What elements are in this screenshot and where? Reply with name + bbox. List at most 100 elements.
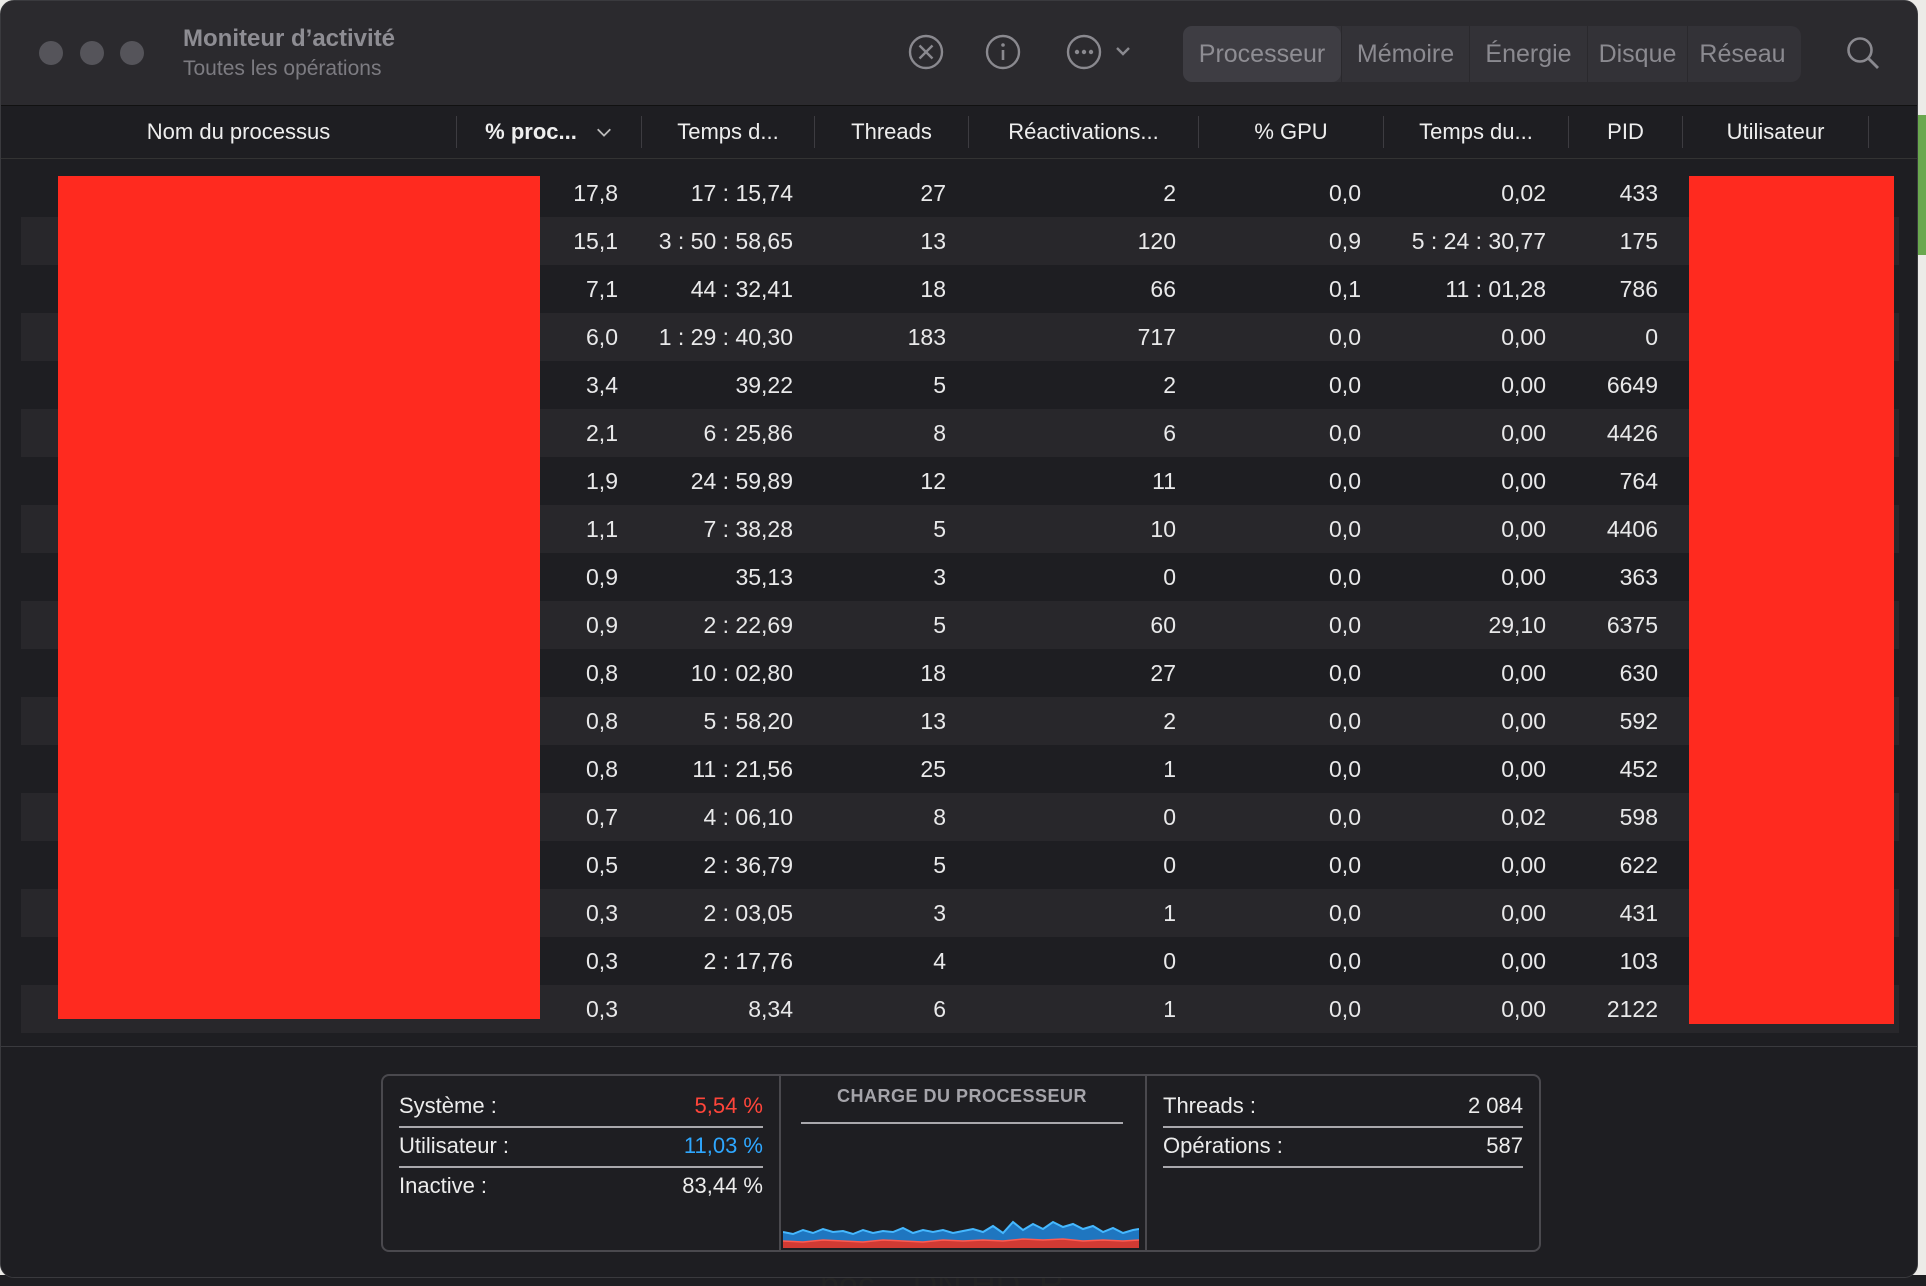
column-header-temps-proc[interactable]: Temps d...: [642, 106, 814, 158]
cell-temps-proc: 11 : 21,56: [692, 756, 793, 782]
cell-threads: 13: [920, 708, 946, 734]
tab-disque[interactable]: Disque: [1587, 26, 1687, 82]
tab-energie[interactable]: Énergie: [1469, 26, 1587, 82]
stat-threads: Threads : 2 084: [1163, 1086, 1523, 1128]
stat-utilisateur: Utilisateur : 11,03 %: [399, 1126, 763, 1168]
column-header-pid[interactable]: PID: [1569, 106, 1682, 158]
cell-threads: 18: [920, 276, 946, 302]
stat-systeme: Système : 5,54 %: [399, 1086, 763, 1128]
column-header-temps-gpu[interactable]: Temps du...: [1384, 106, 1568, 158]
cell-threads: 12: [920, 468, 946, 494]
cell-temps-proc: 3 : 50 : 58,65: [658, 228, 793, 254]
cell-gpu: 0,0: [1329, 516, 1361, 542]
cell-proc: 1,1: [586, 516, 618, 542]
cell-temps-gpu: 0,02: [1501, 180, 1546, 206]
cell-reactivations: 120: [1137, 228, 1176, 254]
cell-pid: 431: [1619, 900, 1658, 926]
close-window-button[interactable]: [39, 41, 63, 65]
stat-threads-value: 2 084: [1467, 1093, 1523, 1118]
cell-reactivations: 0: [1163, 564, 1176, 590]
cell-pid: 452: [1619, 756, 1658, 782]
inspect-process-button[interactable]: [984, 33, 1022, 71]
cell-proc: 0,7: [586, 804, 618, 830]
cell-reactivations: 66: [1150, 276, 1176, 302]
cell-gpu: 0,9: [1329, 228, 1361, 254]
cell-gpu: 0,0: [1329, 804, 1361, 830]
chevron-down-icon: [1116, 47, 1130, 56]
cell-proc: 17,8: [573, 180, 618, 206]
cell-gpu: 0,0: [1329, 180, 1361, 206]
column-header-threads[interactable]: Threads: [815, 106, 968, 158]
redacted-process-names: [58, 176, 540, 1019]
cell-threads: 5: [933, 372, 946, 398]
cell-temps-gpu: 0,00: [1501, 516, 1546, 542]
minimize-window-button[interactable]: [80, 41, 104, 65]
column-header-utilisateur[interactable]: Utilisateur: [1683, 106, 1868, 158]
cell-temps-gpu: 0,00: [1501, 468, 1546, 494]
cell-reactivations: 2: [1163, 180, 1176, 206]
cell-temps-gpu: 29,10: [1488, 612, 1546, 638]
stop-process-button[interactable]: [907, 33, 945, 71]
cell-pid: 103: [1619, 948, 1658, 974]
cell-proc: 0,9: [586, 564, 618, 590]
stat-inactive: Inactive : 83,44 %: [399, 1166, 763, 1206]
more-icon: [1066, 34, 1130, 70]
cpu-usage-breakdown: Système : 5,54 % Utilisateur : 11,03 % I…: [383, 1076, 781, 1250]
cell-threads: 5: [933, 612, 946, 638]
cell-temps-proc: 39,22: [735, 372, 793, 398]
bottom-panel: Système : 5,54 % Utilisateur : 11,03 % I…: [1, 1046, 1917, 1277]
tab-reseau[interactable]: Réseau: [1687, 26, 1797, 82]
cell-temps-gpu: 0,00: [1501, 372, 1546, 398]
search-icon: [1847, 37, 1879, 69]
cell-gpu: 0,0: [1329, 372, 1361, 398]
cell-temps-proc: 2 : 36,79: [703, 852, 793, 878]
cpu-load-chart: CHARGE DU PROCESSEUR: [779, 1076, 1147, 1250]
cell-temps-proc: 10 : 02,80: [690, 660, 793, 686]
column-header-reactivations[interactable]: Réactivations...: [969, 106, 1198, 158]
cell-proc: 3,4: [586, 372, 618, 398]
cell-reactivations: 27: [1150, 660, 1176, 686]
tab-memoire[interactable]: Mémoire: [1341, 26, 1469, 82]
cell-temps-proc: 4 : 06,10: [703, 804, 793, 830]
cell-threads: 18: [920, 660, 946, 686]
more-actions-button[interactable]: [1065, 33, 1135, 71]
column-header-nom[interactable]: Nom du processus: [21, 106, 456, 158]
cell-gpu: 0,0: [1329, 996, 1361, 1022]
activity-monitor-window: Moniteur d’activité Toutes les opération…: [0, 0, 1918, 1278]
cell-reactivations: 717: [1137, 324, 1176, 350]
cell-pid: 4426: [1606, 420, 1658, 446]
column-header-proc[interactable]: % proc...: [457, 106, 641, 158]
zoom-window-button[interactable]: [120, 41, 144, 65]
cell-temps-gpu: 5 : 24 : 30,77: [1411, 228, 1546, 254]
cell-gpu: 0,0: [1329, 420, 1361, 446]
stat-operations-value: 587: [1486, 1133, 1523, 1158]
cell-gpu: 0,0: [1329, 756, 1361, 782]
cell-proc: 2,1: [586, 420, 618, 446]
cell-pid: 6375: [1606, 612, 1658, 638]
cell-pid: 6649: [1606, 372, 1658, 398]
cell-gpu: 0,0: [1329, 948, 1361, 974]
window-title: Moniteur d’activité: [183, 25, 396, 52]
cpu-load-graph: [783, 1220, 1139, 1248]
cell-temps-gpu: 11 : 01,28: [1445, 276, 1546, 302]
cell-proc: 6,0: [586, 324, 618, 350]
stat-systeme-value: 5,54 %: [694, 1093, 764, 1118]
cell-gpu: 0,0: [1329, 564, 1361, 590]
cell-reactivations: 60: [1150, 612, 1176, 638]
cell-threads: 13: [920, 228, 946, 254]
column-header-gpu[interactable]: % GPU: [1199, 106, 1383, 158]
cell-pid: 622: [1619, 852, 1658, 878]
cell-pid: 363: [1619, 564, 1658, 590]
category-tabs: Processeur Mémoire Énergie Disque Réseau: [1183, 26, 1801, 82]
cell-temps-proc: 17 : 15,74: [690, 180, 793, 206]
cell-proc: 0,5: [586, 852, 618, 878]
window-subtitle[interactable]: Toutes les opérations: [183, 57, 381, 81]
cell-temps-gpu: 0,00: [1501, 948, 1546, 974]
search-button[interactable]: [1843, 33, 1883, 73]
cell-proc: 0,3: [586, 900, 618, 926]
cell-temps-proc: 6 : 25,86: [703, 420, 793, 446]
cell-temps-gpu: 0,00: [1501, 900, 1546, 926]
cell-temps-proc: 5 : 58,20: [703, 708, 793, 734]
tab-processeur[interactable]: Processeur: [1183, 26, 1341, 82]
cell-temps-proc: 24 : 59,89: [690, 468, 793, 494]
